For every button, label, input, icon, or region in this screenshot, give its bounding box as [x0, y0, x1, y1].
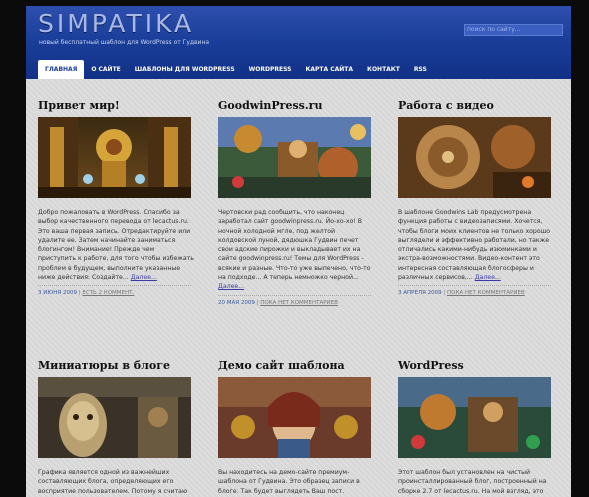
- main-nav: Главная О сайте Шаблоны для WordPress Wo…: [38, 58, 434, 79]
- post-title[interactable]: GoodwinPress.ru: [218, 99, 376, 115]
- post-card: GoodwinPress.ru Чертовски рад сообщить, …: [218, 99, 376, 306]
- post-title[interactable]: WordPress: [398, 359, 556, 375]
- post-excerpt: Чертовски рад сообщить, что наконец зара…: [218, 208, 374, 292]
- post-excerpt: Добро пожаловать в WordPress. Спасибо за…: [38, 208, 194, 282]
- post-meta: 3 июня 2009 | Есть 2 коммент.: [38, 285, 191, 296]
- comments-link[interactable]: Есть 2 коммент.: [82, 290, 134, 296]
- nav-item-about[interactable]: О сайте: [84, 60, 127, 79]
- page-wrapper: SIMPATIKA новый бесплатный шаблон для Wo…: [26, 6, 571, 497]
- comments-link[interactable]: Пока нет комментариев: [260, 300, 338, 306]
- post-title[interactable]: Демо сайт шаблона: [218, 359, 376, 375]
- nav-item-rss[interactable]: RSS: [407, 60, 434, 79]
- meta-separator: |: [443, 290, 446, 297]
- post-excerpt: Этот шаблон был установлен на чистый про…: [398, 468, 554, 496]
- post-card: Миниатюры в блоге Графика является одной…: [38, 359, 196, 496]
- post-card: Демо сайт шаблона Вы находитесь на демо-…: [218, 359, 376, 497]
- post-date: 20 мая 2009: [218, 299, 255, 306]
- meta-separator: |: [256, 299, 259, 306]
- post-card: Работа с видео В шаблоне Goodwins Lab пр…: [398, 99, 556, 296]
- post-meta: 20 мая 2009 | Пока нет комментариев: [218, 294, 371, 306]
- site-logo[interactable]: SIMPATIKA: [38, 9, 194, 38]
- post-date: 3 июня 2009: [38, 290, 78, 297]
- post-card: WordPress Этот шаблон был установлен на …: [398, 359, 556, 496]
- nav-item-home[interactable]: Главная: [38, 60, 85, 79]
- excerpt-text: Чертовски рад сообщить, что наконец зара…: [218, 209, 371, 282]
- excerpt-text: Этот шаблон был установлен на чистый про…: [398, 469, 547, 495]
- read-more-link[interactable]: Далее...: [475, 274, 501, 281]
- read-more-link[interactable]: Далее...: [131, 274, 157, 281]
- comments-link[interactable]: Пока нет комментариев: [447, 290, 525, 296]
- content-area: Привет мир! Добро пожаловать в WordPress…: [26, 79, 571, 497]
- post-date: 3 апреля 2009: [398, 290, 442, 297]
- excerpt-text: Графика является одной из важнейших сост…: [38, 469, 188, 495]
- search-input[interactable]: поиск по сайту...: [464, 24, 563, 36]
- nav-item-sitemap[interactable]: Карта сайта: [298, 60, 360, 79]
- read-more-link[interactable]: Далее...: [218, 283, 244, 290]
- post-thumbnail[interactable]: [218, 117, 371, 198]
- meta-separator: |: [78, 290, 81, 297]
- post-excerpt: Вы находитесь на демо-сайте премиум-шабл…: [218, 468, 374, 497]
- post-thumbnail[interactable]: [38, 377, 191, 458]
- post-meta: 3 апреля 2009 | Пока нет комментариев: [398, 285, 551, 296]
- site-tagline: новый бесплатный шаблон для WordPress от…: [39, 39, 210, 46]
- nav-item-contact[interactable]: Контакт: [360, 60, 407, 79]
- post-excerpt: Графика является одной из важнейших сост…: [38, 468, 194, 496]
- post-thumbnail[interactable]: [398, 117, 551, 198]
- post-thumbnail[interactable]: [38, 117, 191, 198]
- excerpt-text: В шаблоне Goodwins Lab предусмотрена фун…: [398, 209, 551, 282]
- excerpt-text: Добро пожаловать в WordPress. Спасибо за…: [38, 209, 194, 282]
- post-excerpt: В шаблоне Goodwins Lab предусмотрена фун…: [398, 208, 554, 282]
- site-header: SIMPATIKA новый бесплатный шаблон для Wo…: [26, 6, 571, 79]
- nav-item-templates[interactable]: Шаблоны для WordPress: [128, 60, 242, 79]
- post-thumbnail[interactable]: [218, 377, 371, 458]
- post-thumbnail[interactable]: [398, 377, 551, 458]
- nav-item-wordpress[interactable]: WordPress: [242, 60, 299, 79]
- excerpt-text: Вы находитесь на демо-сайте премиум-шабл…: [218, 469, 360, 497]
- post-card: Привет мир! Добро пожаловать в WordPress…: [38, 99, 196, 296]
- post-title[interactable]: Миниатюры в блоге: [38, 359, 196, 375]
- post-title[interactable]: Привет мир!: [38, 99, 196, 115]
- post-title[interactable]: Работа с видео: [398, 99, 556, 115]
